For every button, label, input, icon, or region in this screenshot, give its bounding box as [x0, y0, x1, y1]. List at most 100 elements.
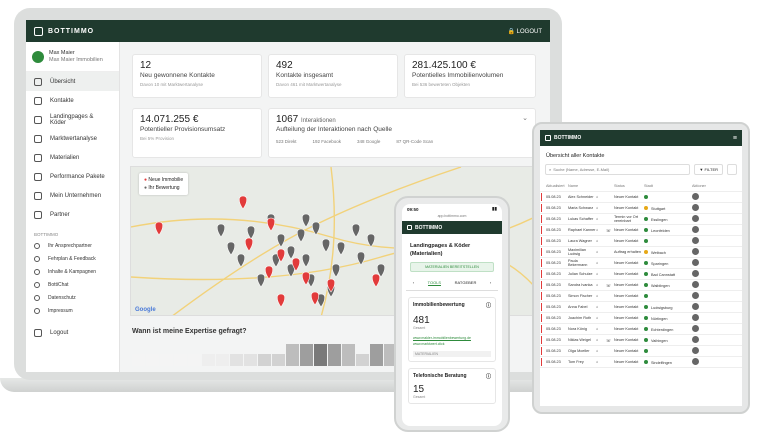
table-row[interactable]: 05.08.23 Niklas Weigel ⌂ ☏ Neuer Kontakt Vaih… [540, 335, 742, 346]
interactions-card[interactable]: 1067 Interaktionen ⌄ Aufteilung der Inter… [268, 108, 536, 158]
map-pin-evaluation[interactable] [246, 225, 256, 240]
table-row[interactable]: 05.08.23 Alex Schneider ⌂ Neuer Kontakt [540, 192, 742, 203]
table-row[interactable]: 05.08.23 Laura Wagner ⌂ Neuer Kontakt [540, 236, 742, 247]
table-row[interactable]: 05.08.23 Joachim Roth ⌂ Neuer Kontakt Nürtin… [540, 313, 742, 324]
map-pin-new[interactable] [371, 273, 381, 288]
stat-card-total-contacts[interactable]: 492 Kontakte insgesamt Davon 461 mit Mar… [268, 54, 398, 98]
more-actions-icon[interactable] [692, 314, 699, 321]
tab-prev-icon[interactable]: ‹ [413, 280, 414, 286]
tab-tools[interactable]: TOOLS [427, 280, 442, 286]
stat-card-new-contacts[interactable]: 12 Neu gewonnene Kontakte Davon 10 mit M… [132, 54, 262, 98]
table-row[interactable]: 05.08.23 Olga Moeller ⌂ Neuer Kontakt [540, 346, 742, 357]
contact-search-input[interactable]: ⌕ Suche (Name, Adresse, E-Mail) [545, 164, 691, 175]
map-pin-evaluation[interactable] [336, 241, 346, 256]
map-pin-evaluation[interactable] [301, 253, 311, 268]
link-makler[interactable]: www.makler-immobilienbewertung.de [413, 336, 491, 340]
map-pin-evaluation[interactable] [301, 213, 311, 228]
link-marktwert[interactable]: www.marktwert.click [413, 342, 491, 346]
map-pin-new[interactable] [310, 291, 320, 306]
row-actions[interactable] [692, 336, 706, 344]
table-header-cell[interactable]: Aktionen [692, 184, 706, 188]
row-actions[interactable] [692, 226, 706, 234]
sidebar-item-1[interactable]: Übersicht [26, 72, 119, 91]
sidebar-subitem-3[interactable]: Inhalte & Kampagnen [26, 265, 119, 278]
table-header-cell[interactable]: Stadt [644, 184, 692, 188]
table-row[interactable]: 05.08.23 Maria Schwarz ⌂ Neuer Kontakt Stutt… [540, 203, 742, 214]
more-actions-icon[interactable] [692, 292, 699, 299]
chevron-down-icon[interactable]: ⌄ [522, 114, 528, 122]
menu-icon[interactable]: ≡ [733, 135, 737, 142]
table-row[interactable]: 05.08.23 Simon Fischer ⌂ Neuer Kontakt [540, 291, 742, 302]
sidebar-item-4[interactable]: Marktwertanalyse [26, 129, 119, 148]
sidebar-subitem-2[interactable]: Fehrplan & Feedback [26, 252, 119, 265]
sidebar-subitem-4[interactable]: BottiChat [26, 278, 119, 291]
table-row[interactable]: 05.08.23 Tom Frey ⌂ Neuer Kontakt Sindelfing… [540, 357, 742, 368]
table-header-cell[interactable]: Name [568, 184, 596, 188]
row-actions[interactable] [692, 314, 706, 322]
row-actions[interactable] [692, 325, 706, 333]
sidebar-item-7[interactable]: Mein Unternehmen [26, 186, 119, 205]
row-actions[interactable] [692, 237, 706, 245]
map-pin-new[interactable] [238, 195, 248, 210]
map-pin-evaluation[interactable] [286, 245, 296, 260]
more-actions-icon[interactable] [692, 226, 699, 233]
map-pin-new[interactable] [244, 237, 254, 252]
more-actions-icon[interactable] [692, 248, 699, 255]
map-pin-new[interactable] [266, 217, 276, 232]
sidebar-item-6[interactable]: Performance Pakete [26, 167, 119, 186]
valuation-card[interactable]: Immobilienbewertung ⓘ 481 Gesamt www.makl… [408, 297, 496, 362]
more-actions-icon[interactable] [692, 347, 699, 354]
table-row[interactable]: 05.08.23 Paula Bekermann ⌂ Neuer Kontakt Spa… [540, 258, 742, 269]
table-row[interactable]: 05.08.23 Julian Schulze ⌂ Neuer Kontakt Bad … [540, 269, 742, 280]
more-actions-icon[interactable] [692, 358, 699, 365]
row-actions[interactable] [692, 248, 706, 256]
sidebar-item-5[interactable]: Materialien [26, 148, 119, 167]
map-pin-evaluation[interactable] [331, 263, 341, 278]
more-actions-icon[interactable] [692, 281, 699, 288]
row-actions[interactable] [692, 204, 706, 212]
sidebar-subitem-1[interactable]: Ihr Ansprechpartner [26, 239, 119, 252]
sidebar-item-2[interactable]: Kontakte [26, 91, 119, 110]
row-actions[interactable] [692, 259, 706, 267]
table-header-cell[interactable]: Aktualisiert [546, 184, 568, 188]
sidebar-logout[interactable]: Logout [26, 323, 119, 342]
row-actions[interactable] [692, 303, 706, 311]
table-row[interactable]: 05.08.23 Raphael Kanner ⌂ ☏ Neuer Kontakt Leo… [540, 225, 742, 236]
map-pin-evaluation[interactable] [236, 253, 246, 268]
more-actions-icon[interactable] [692, 270, 699, 277]
more-actions-icon[interactable] [692, 215, 699, 222]
logout-link[interactable]: 🔒 LOGOUT [508, 28, 542, 35]
stat-card-commission[interactable]: 14.071.255 € Potentieller Provisionsumsa… [132, 108, 262, 158]
table-row[interactable]: 05.08.23 Nora König ⌂ Neuer Kontakt Echterdi… [540, 324, 742, 335]
row-actions[interactable] [692, 193, 706, 201]
user-profile[interactable]: Max Maier Max Maier Immobilien [26, 42, 119, 72]
stat-card-property-volume[interactable]: 281.425.100 € Potentielles Immobilienvol… [404, 54, 536, 98]
map-pin-evaluation[interactable] [321, 238, 331, 253]
map-pin-new[interactable] [276, 293, 286, 308]
more-actions-icon[interactable] [692, 259, 699, 266]
tab-ratgeber[interactable]: RATGEBER [455, 280, 477, 286]
sidebar-item-3[interactable]: Landingpages & Köder [26, 110, 119, 129]
map-pin-new[interactable] [154, 221, 164, 236]
more-actions-icon[interactable] [692, 204, 699, 211]
table-row[interactable]: 05.08.23 Maximilian Ludwig ⌂ Auftrag erhalt… [540, 247, 742, 258]
map-pin-evaluation[interactable] [256, 273, 266, 288]
map-pin-evaluation[interactable] [226, 241, 236, 256]
table-header-cell[interactable]: Status [614, 184, 644, 188]
sidebar-item-8[interactable]: Partner [26, 205, 119, 224]
sidebar-subitem-6[interactable]: Impressum [26, 304, 119, 317]
table-row[interactable]: 05.08.23 Sandra Ivanka ⌂ ☏ Neuer Kontakt Waib… [540, 280, 742, 291]
filter-button[interactable]: ▼ FILTER [694, 164, 723, 175]
view-toggle-icon[interactable] [727, 164, 737, 175]
provide-materials-button[interactable]: MATERIALIEN BEREITSTELLEN [410, 262, 494, 272]
more-actions-icon[interactable] [692, 237, 699, 244]
map-pin-evaluation[interactable] [351, 223, 361, 238]
table-row[interactable]: 05.08.23 Anna Fabel ⌂ Neuer Kontakt Ludwigsb… [540, 302, 742, 313]
row-actions[interactable] [692, 292, 706, 300]
row-actions[interactable] [692, 358, 706, 366]
row-actions[interactable] [692, 270, 706, 278]
tab-next-icon[interactable]: › [490, 280, 491, 286]
row-actions[interactable] [692, 215, 706, 223]
more-actions-icon[interactable] [692, 193, 699, 200]
row-actions[interactable] [692, 281, 706, 289]
